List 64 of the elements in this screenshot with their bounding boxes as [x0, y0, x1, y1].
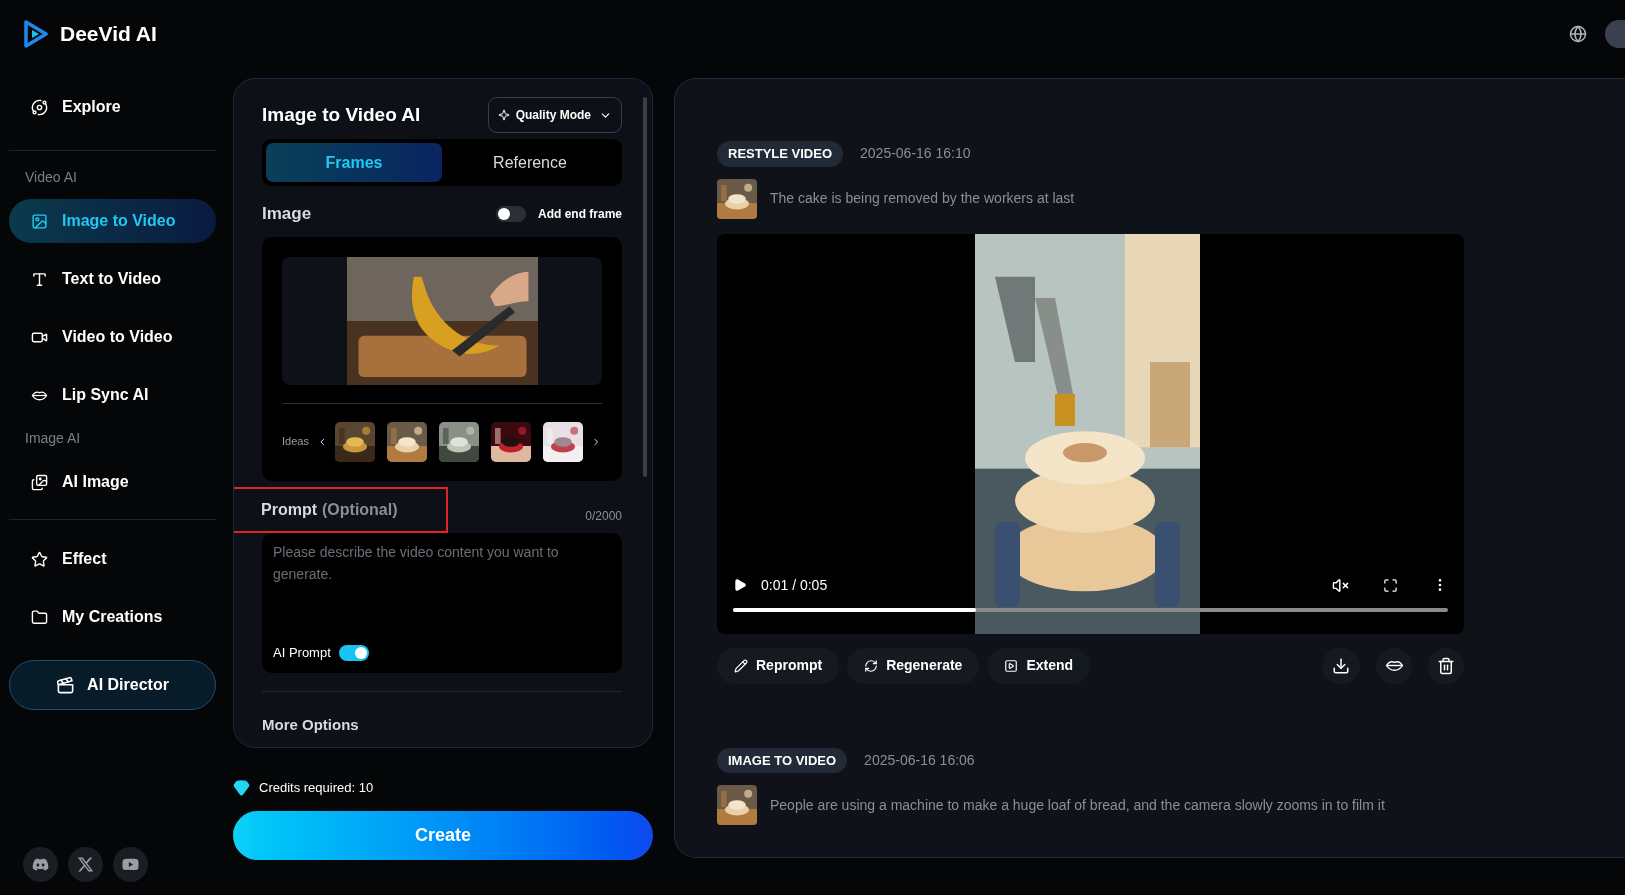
- more-options-heading: More Options: [262, 714, 360, 735]
- sidebar-item[interactable]: Lip Sync AI: [9, 373, 216, 417]
- sparkle-icon: [497, 109, 510, 121]
- discord-icon[interactable]: [23, 847, 58, 882]
- section-heading: Image AI: [24, 429, 82, 448]
- sidebar-item[interactable]: Explore: [9, 85, 216, 129]
- panel-title: Image to Video AI: [262, 102, 421, 127]
- sidebar-item[interactable]: My Creations: [9, 595, 216, 639]
- tab[interactable]: Reference: [442, 143, 618, 182]
- toggle-switch[interactable]: [496, 205, 526, 222]
- text-icon: [31, 270, 48, 288]
- action-button[interactable]: Extend: [987, 647, 1091, 684]
- prompt-field[interactable]: Please describe the video content you want to generate.: [262, 532, 622, 641]
- ai-director-button[interactable]: AI Director: [9, 660, 216, 710]
- play-icon[interactable]: [733, 578, 747, 592]
- tab[interactable]: Frames: [266, 143, 442, 182]
- toggle-switch[interactable]: [338, 644, 369, 661]
- sidebar-item[interactable]: Text to Video: [9, 257, 216, 301]
- ideas-label: Ideas: [282, 434, 309, 450]
- prompt-text: The cake is being removed by the workers at last: [770, 189, 1075, 208]
- action-button[interactable]: Reprompt: [717, 647, 840, 684]
- globe-icon[interactable]: [1569, 25, 1587, 43]
- clapperboard-icon: [56, 675, 76, 695]
- quality-mode-dropdown[interactable]: Quality Mode: [487, 97, 622, 133]
- logo-icon: [24, 20, 48, 48]
- timestamp: 2025-06-16 16:10: [860, 144, 971, 164]
- mute-icon[interactable]: [1332, 576, 1349, 594]
- download-icon[interactable]: [1322, 647, 1360, 684]
- toggle-label: Add end frame: [538, 205, 622, 223]
- video-frame-icon: [1004, 658, 1019, 673]
- type-tag: IMAGE TO VIDEO: [717, 747, 848, 773]
- diamond-icon: [233, 779, 250, 797]
- section-heading: Video AI: [24, 168, 78, 187]
- x-icon[interactable]: [68, 847, 103, 882]
- fullscreen-icon[interactable]: [1383, 577, 1398, 593]
- video-time: 0:01 / 0:05: [761, 575, 828, 595]
- lips-icon[interactable]: [1376, 647, 1412, 684]
- toggle-label: AI Prompt: [273, 644, 331, 662]
- prompt-text: People are using a machine to make a huge loaf of bread, and the camera slowly zooms in to film it: [770, 795, 1385, 815]
- prompt-label: Prompt: [261, 499, 317, 520]
- progress-track[interactable]: [733, 607, 1448, 612]
- images-icon: [31, 473, 48, 491]
- optional-note: (Optional): [322, 499, 398, 520]
- video-player[interactable]: 0:01 / 0:05: [717, 233, 1464, 634]
- folder-icon: [31, 608, 48, 626]
- sidebar-item[interactable]: Effect: [9, 537, 216, 581]
- refresh-icon: [864, 658, 879, 673]
- trash-icon[interactable]: [1428, 647, 1464, 684]
- type-tag: RESTYLE VIDEO: [717, 141, 844, 167]
- timestamp: 2025-06-16 16:06: [864, 750, 975, 770]
- planet-icon: [31, 98, 48, 116]
- image-upload-area[interactable]: Ideas: [262, 236, 622, 481]
- character-counter: 0/2000: [585, 507, 622, 525]
- image-icon: [31, 212, 48, 230]
- youtube-icon[interactable]: [113, 847, 148, 882]
- section-label: Image: [262, 203, 312, 225]
- star-icon: [31, 550, 48, 568]
- sidebar-item[interactable]: AI Image: [9, 460, 216, 504]
- sidebar-item[interactable]: Video to Video: [9, 315, 216, 359]
- sidebar-item[interactable]: Image to Video: [9, 199, 216, 243]
- logo-text: DeeVid AI: [60, 21, 157, 48]
- action-button[interactable]: Regenerate: [847, 647, 980, 684]
- credits-text: Credits required: 10: [259, 779, 374, 797]
- pencil-icon: [734, 658, 748, 673]
